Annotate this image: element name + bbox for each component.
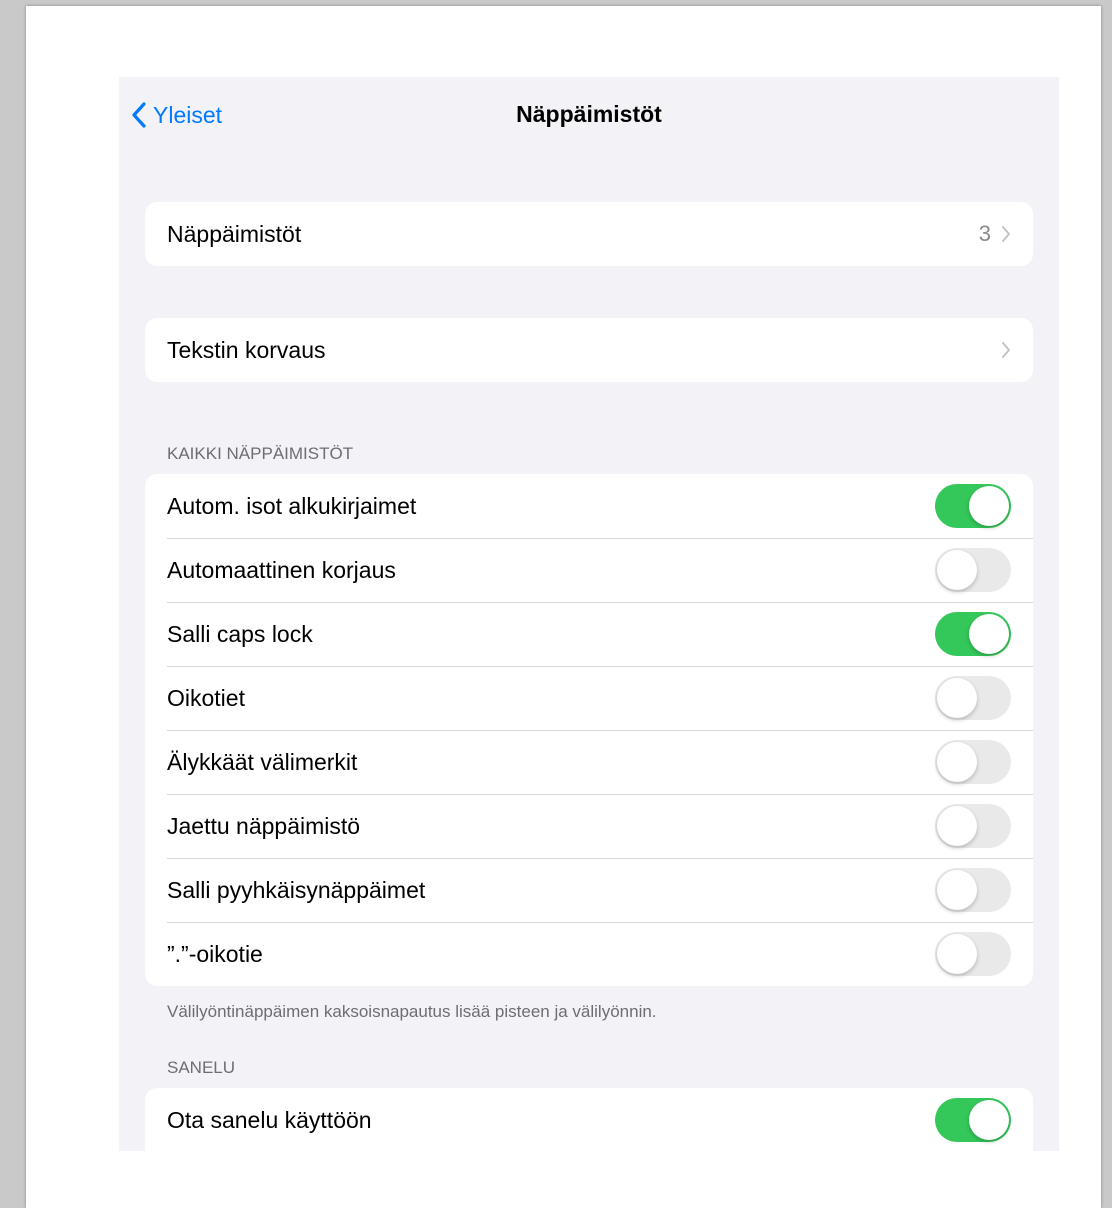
toggle-row-label: Ota sanelu käyttöön bbox=[167, 1106, 372, 1133]
toggle-switch[interactable] bbox=[935, 676, 1011, 720]
keyboards-row[interactable]: Näppäimistöt 3 bbox=[145, 202, 1033, 266]
text-replacement-label: Tekstin korvaus bbox=[167, 336, 326, 363]
toggle-row-label: Älykkäät välimerkit bbox=[167, 748, 358, 775]
section-footer-note: Välilyöntinäppäimen kaksoisnapautus lisä… bbox=[167, 1002, 657, 1021]
toggle-knob bbox=[937, 934, 977, 974]
toggle-row: Automaattinen korjaus bbox=[145, 538, 1033, 602]
settings-screen: Yleiset Näppäimistöt Näppäimistöt 3 Teks… bbox=[119, 77, 1059, 1151]
all-keyboards-group: Autom. isot alkukirjaimet Automaattinen k… bbox=[145, 474, 1033, 986]
document-page: Yleiset Näppäimistöt Näppäimistöt 3 Teks… bbox=[26, 6, 1101, 1208]
toggle-row: Älykkäät välimerkit bbox=[145, 730, 1033, 794]
toggle-row: Ota sanelu käyttöön bbox=[145, 1088, 1033, 1151]
keyboards-count: 3 bbox=[978, 221, 991, 246]
chevron-right-icon bbox=[1001, 225, 1011, 243]
toggle-knob bbox=[969, 1100, 1009, 1140]
toggle-switch[interactable] bbox=[935, 548, 1011, 592]
toggle-switch[interactable] bbox=[935, 868, 1011, 912]
toggle-knob bbox=[969, 614, 1009, 654]
toggle-row-label: Salli caps lock bbox=[167, 620, 313, 647]
toggle-switch[interactable] bbox=[935, 804, 1011, 848]
toggle-row: Oikotiet bbox=[145, 666, 1033, 730]
toggle-switch[interactable] bbox=[935, 932, 1011, 976]
toggle-row-label: Jaettu näppäimistö bbox=[167, 812, 361, 839]
section-header-dictation: SANELU bbox=[167, 1058, 236, 1077]
text-replacement-group: Tekstin korvaus bbox=[145, 318, 1033, 382]
toggle-knob bbox=[969, 486, 1009, 526]
navigation-bar: Yleiset Näppäimistöt bbox=[119, 77, 1059, 153]
toggle-row-label: Salli pyyhkäisynäppäimet bbox=[167, 876, 426, 903]
toggle-row-label: Oikotiet bbox=[167, 684, 245, 711]
dictation-group: Ota sanelu käyttöön bbox=[145, 1088, 1033, 1151]
text-replacement-row[interactable]: Tekstin korvaus bbox=[145, 318, 1033, 382]
toggle-switch[interactable] bbox=[935, 484, 1011, 528]
page-title: Näppäimistöt bbox=[516, 101, 662, 127]
toggle-knob bbox=[937, 870, 977, 910]
toggle-row: ”.”-oikotie bbox=[145, 922, 1033, 986]
toggle-row-label: Automaattinen korjaus bbox=[167, 556, 396, 583]
toggle-switch[interactable] bbox=[935, 612, 1011, 656]
chevron-right-icon bbox=[1001, 341, 1011, 359]
toggle-switch[interactable] bbox=[935, 740, 1011, 784]
keyboards-group: Näppäimistöt 3 bbox=[145, 202, 1033, 266]
toggle-row: Salli caps lock bbox=[145, 602, 1033, 666]
toggle-knob bbox=[937, 806, 977, 846]
toggle-row: Autom. isot alkukirjaimet bbox=[145, 474, 1033, 538]
toggle-knob bbox=[937, 742, 977, 782]
toggle-knob bbox=[937, 550, 977, 590]
toggle-row: Salli pyyhkäisynäppäimet bbox=[145, 858, 1033, 922]
toggle-row: Jaettu näppäimistö bbox=[145, 794, 1033, 858]
keyboards-label: Näppäimistöt bbox=[167, 220, 302, 247]
toggle-row-label: ”.”-oikotie bbox=[167, 940, 263, 967]
toggle-row-label: Autom. isot alkukirjaimet bbox=[167, 492, 417, 519]
toggle-switch[interactable] bbox=[935, 1098, 1011, 1142]
section-header-all-keyboards: KAIKKI NÄPPÄIMISTÖT bbox=[167, 444, 354, 463]
toggle-knob bbox=[937, 678, 977, 718]
